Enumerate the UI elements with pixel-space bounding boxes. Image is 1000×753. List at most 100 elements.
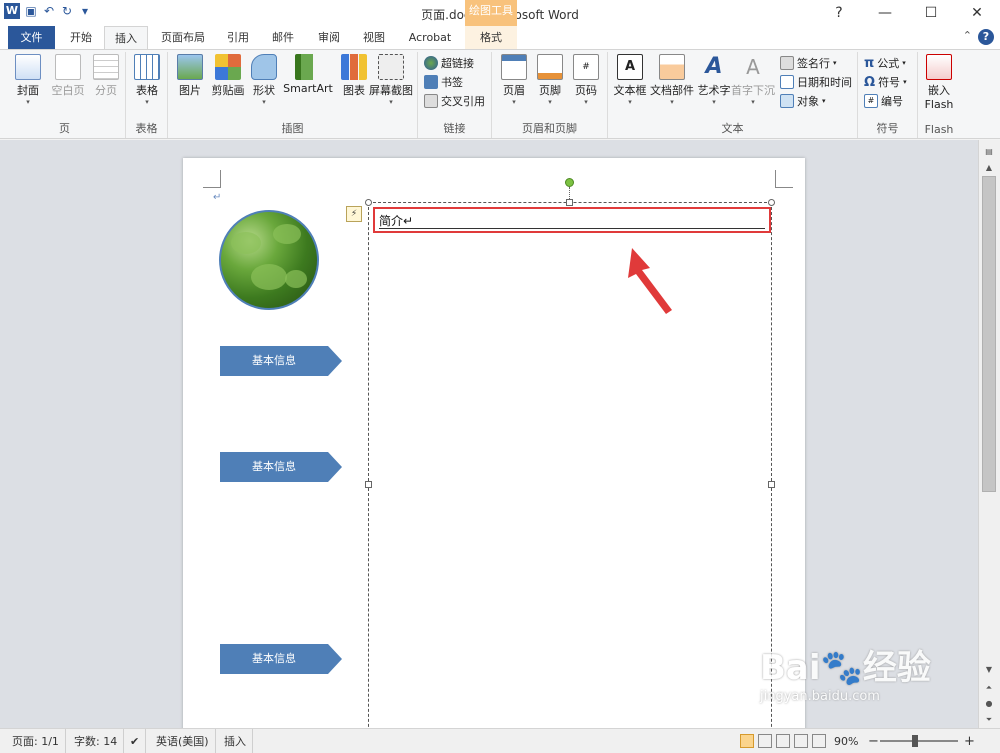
group-pages: 封面 ▾ 空白页 分页 页 (4, 52, 126, 138)
close-button[interactable]: ✕ (954, 0, 1000, 26)
page-number-icon: # (573, 54, 599, 80)
shapes-icon (251, 54, 277, 80)
blank-page-icon (55, 54, 81, 80)
section-tag-label: 基本信息 (220, 644, 328, 674)
header-button[interactable]: 页眉 ▾ (494, 54, 534, 106)
omega-icon: Ω (864, 74, 876, 90)
layout-options-icon[interactable]: ⚡ (346, 206, 362, 222)
date-time-button[interactable]: 日期和时间 (780, 73, 852, 91)
tab-references[interactable]: 引用 (220, 26, 256, 49)
title-underline (379, 228, 765, 229)
zoom-in-icon[interactable]: + (958, 729, 981, 753)
object-button[interactable]: 对象 ▾ (780, 92, 826, 110)
signature-line-button[interactable]: 签名行 ▾ (780, 54, 837, 72)
tab-acrobat[interactable]: Acrobat (402, 26, 458, 49)
picture-icon (177, 54, 203, 80)
page-number-button[interactable]: # 页码 ▾ (566, 54, 606, 106)
group-header-footer: 页眉 ▾ 页脚 ▾ # 页码 ▾ 页眉和页脚 (492, 52, 608, 138)
leaf-shape (231, 232, 261, 254)
status-word-count[interactable]: 字数: 14 (68, 729, 125, 753)
text-box[interactable]: 简介↵ (365, 178, 775, 728)
section-tag-label: 基本信息 (220, 346, 328, 376)
zoom-slider[interactable] (880, 740, 958, 742)
drop-cap-button[interactable]: A 首字下沉 ▾ (730, 54, 776, 106)
quick-parts-button[interactable]: 文档部件 ▾ (650, 54, 694, 106)
leaf-shape (251, 264, 287, 290)
zoom-slider-thumb[interactable] (912, 735, 918, 747)
minimize-button[interactable]: — (862, 0, 908, 26)
maximize-button[interactable]: ☐ (908, 0, 954, 26)
group-flash: 嵌入 Flash Flash (918, 52, 960, 138)
profile-photo[interactable] (219, 210, 319, 310)
ribbon-options-icon[interactable]: ? (816, 0, 862, 26)
hyperlink-icon (424, 56, 438, 70)
section-tag-1[interactable]: 基本信息 (220, 346, 342, 376)
watermark-brand-suffix: 经验 (862, 648, 931, 688)
full-screen-reading-view-icon[interactable] (758, 734, 772, 748)
clipart-button[interactable]: 剪贴画 (208, 54, 248, 98)
web-layout-view-icon[interactable] (776, 734, 790, 748)
resize-handle-right[interactable] (768, 481, 775, 488)
page-break-icon (93, 54, 119, 80)
draft-view-icon[interactable] (812, 734, 826, 748)
scroll-up-icon[interactable]: ▲ (983, 162, 995, 174)
hyperlink-button[interactable]: 超链接 (424, 54, 474, 72)
wordart-button[interactable]: A 艺术字 ▾ (694, 54, 734, 106)
status-insert-mode[interactable]: 插入 (218, 729, 253, 753)
tab-home[interactable]: 开始 (62, 26, 100, 49)
outline-view-icon[interactable] (794, 734, 808, 748)
blank-page-button[interactable]: 空白页 (48, 54, 88, 98)
smartart-icon (295, 54, 321, 80)
textbox-button[interactable]: A 文本框 ▾ (610, 54, 650, 106)
baidu-watermark: Bai🐾经验 jingyan.baidu.com (760, 640, 990, 730)
embed-flash-button[interactable]: 嵌入 Flash (919, 54, 959, 111)
cross-reference-button[interactable]: 交叉引用 (424, 92, 485, 110)
calendar-icon (780, 75, 794, 89)
tab-page-layout[interactable]: 页面布局 (154, 26, 212, 49)
cover-page-button[interactable]: 封面 ▾ (8, 54, 48, 106)
print-layout-view-icon[interactable] (740, 734, 754, 748)
scroll-thumb[interactable] (982, 176, 996, 492)
footer-button[interactable]: 页脚 ▾ (530, 54, 570, 106)
screenshot-button[interactable]: 屏幕截图 ▾ (368, 54, 414, 106)
help-icon[interactable]: ? (978, 29, 994, 45)
table-button[interactable]: 表格 ▾ (127, 54, 167, 106)
bookmark-button[interactable]: 书签 (424, 73, 463, 91)
ruler-toggle-icon[interactable]: ▤ (983, 146, 995, 158)
proofing-icon[interactable]: ✔ (124, 729, 147, 753)
section-tag-3[interactable]: 基本信息 (220, 644, 342, 674)
document-page[interactable]: ↵ 基本信息 基本信息 基本信息 ⚡ 简介↵ (183, 158, 805, 728)
resize-handle-top-left[interactable] (365, 199, 372, 206)
collapse-ribbon-icon[interactable]: ⌃ (963, 29, 972, 45)
symbol-button[interactable]: Ω 符号 ▾ (864, 73, 907, 91)
tab-review[interactable]: 审阅 (310, 26, 348, 49)
intro-title-field[interactable]: 简介↵ (373, 207, 771, 233)
section-tag-2[interactable]: 基本信息 (220, 452, 342, 482)
resize-handle-top-right[interactable] (768, 199, 775, 206)
tab-mailings[interactable]: 邮件 (264, 26, 302, 49)
crop-mark-top-right (775, 170, 793, 188)
arrow-tip (328, 644, 342, 674)
status-page[interactable]: 页面: 1/1 (6, 729, 66, 753)
tab-format[interactable]: 格式 (465, 26, 517, 49)
watermark-url: jingyan.baidu.com (760, 689, 880, 704)
shapes-button[interactable]: 形状 ▾ (244, 54, 284, 106)
flash-icon (926, 54, 952, 80)
smartart-button[interactable]: SmartArt (282, 54, 334, 95)
numbering-button[interactable]: # 编号 (864, 92, 903, 110)
zoom-level[interactable]: 90% (828, 729, 864, 753)
picture-button[interactable]: 图片 (170, 54, 210, 98)
signature-line-icon (780, 56, 794, 70)
equation-button[interactable]: π 公式 ▾ (864, 54, 906, 72)
tab-view[interactable]: 视图 (356, 26, 392, 49)
rotation-handle[interactable] (565, 178, 574, 187)
page-break-button[interactable]: 分页 (86, 54, 126, 98)
tab-insert[interactable]: 插入 (104, 26, 148, 50)
cross-reference-icon (424, 94, 438, 108)
group-illustrations: 图片 剪贴画 形状 ▾ SmartArt 图表 屏幕截图 ▾ 插图 (168, 52, 418, 138)
tab-file[interactable]: 文件 (8, 26, 55, 49)
resize-handle-left[interactable] (365, 481, 372, 488)
status-bar: 页面: 1/1 字数: 14 ✔ 英语(美国) 插入 90% − + (0, 728, 1000, 753)
status-language[interactable]: 英语(美国) (150, 729, 216, 753)
resize-handle-top[interactable] (566, 199, 573, 206)
